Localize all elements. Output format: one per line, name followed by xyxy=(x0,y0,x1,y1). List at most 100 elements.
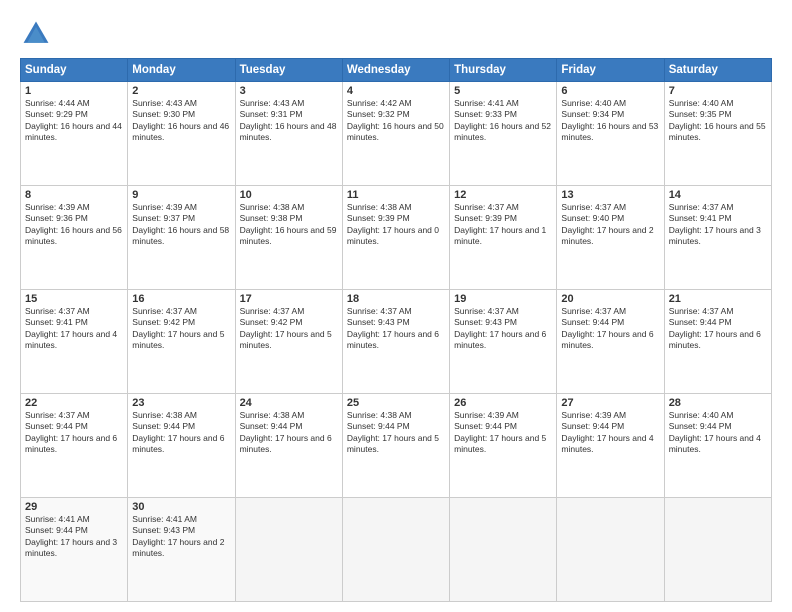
calendar-cell: 24Sunrise: 4:38 AMSunset: 9:44 PMDayligh… xyxy=(235,394,342,498)
calendar-week-2: 8Sunrise: 4:39 AMSunset: 9:36 PMDaylight… xyxy=(21,186,772,290)
day-number: 18 xyxy=(347,293,445,305)
day-info: Sunrise: 4:39 AMSunset: 9:44 PMDaylight:… xyxy=(561,410,659,456)
day-number: 28 xyxy=(669,397,767,409)
calendar-cell xyxy=(664,498,771,602)
calendar-cell: 9Sunrise: 4:39 AMSunset: 9:37 PMDaylight… xyxy=(128,186,235,290)
day-number: 3 xyxy=(240,85,338,97)
day-info: Sunrise: 4:39 AMSunset: 9:36 PMDaylight:… xyxy=(25,202,123,248)
day-info: Sunrise: 4:37 AMSunset: 9:41 PMDaylight:… xyxy=(25,306,123,352)
calendar-cell: 17Sunrise: 4:37 AMSunset: 9:42 PMDayligh… xyxy=(235,290,342,394)
day-info: Sunrise: 4:37 AMSunset: 9:43 PMDaylight:… xyxy=(454,306,552,352)
calendar-cell xyxy=(342,498,449,602)
calendar-cell: 23Sunrise: 4:38 AMSunset: 9:44 PMDayligh… xyxy=(128,394,235,498)
calendar-cell: 19Sunrise: 4:37 AMSunset: 9:43 PMDayligh… xyxy=(450,290,557,394)
day-number: 25 xyxy=(347,397,445,409)
day-info: Sunrise: 4:43 AMSunset: 9:30 PMDaylight:… xyxy=(132,98,230,144)
day-number: 14 xyxy=(669,189,767,201)
day-number: 7 xyxy=(669,85,767,97)
calendar-cell: 11Sunrise: 4:38 AMSunset: 9:39 PMDayligh… xyxy=(342,186,449,290)
day-info: Sunrise: 4:37 AMSunset: 9:40 PMDaylight:… xyxy=(561,202,659,248)
day-info: Sunrise: 4:37 AMSunset: 9:41 PMDaylight:… xyxy=(669,202,767,248)
calendar-cell: 6Sunrise: 4:40 AMSunset: 9:34 PMDaylight… xyxy=(557,82,664,186)
calendar-cell: 15Sunrise: 4:37 AMSunset: 9:41 PMDayligh… xyxy=(21,290,128,394)
day-info: Sunrise: 4:40 AMSunset: 9:35 PMDaylight:… xyxy=(669,98,767,144)
day-number: 20 xyxy=(561,293,659,305)
calendar-cell xyxy=(235,498,342,602)
day-number: 10 xyxy=(240,189,338,201)
day-number: 2 xyxy=(132,85,230,97)
day-info: Sunrise: 4:43 AMSunset: 9:31 PMDaylight:… xyxy=(240,98,338,144)
day-info: Sunrise: 4:37 AMSunset: 9:44 PMDaylight:… xyxy=(25,410,123,456)
calendar-cell: 29Sunrise: 4:41 AMSunset: 9:44 PMDayligh… xyxy=(21,498,128,602)
calendar-cell: 26Sunrise: 4:39 AMSunset: 9:44 PMDayligh… xyxy=(450,394,557,498)
calendar-cell: 20Sunrise: 4:37 AMSunset: 9:44 PMDayligh… xyxy=(557,290,664,394)
logo xyxy=(20,18,56,50)
calendar-cell xyxy=(557,498,664,602)
calendar-cell: 7Sunrise: 4:40 AMSunset: 9:35 PMDaylight… xyxy=(664,82,771,186)
calendar-cell: 8Sunrise: 4:39 AMSunset: 9:36 PMDaylight… xyxy=(21,186,128,290)
day-info: Sunrise: 4:39 AMSunset: 9:37 PMDaylight:… xyxy=(132,202,230,248)
col-header-monday: Monday xyxy=(128,59,235,82)
day-info: Sunrise: 4:38 AMSunset: 9:44 PMDaylight:… xyxy=(132,410,230,456)
day-number: 21 xyxy=(669,293,767,305)
calendar-cell: 14Sunrise: 4:37 AMSunset: 9:41 PMDayligh… xyxy=(664,186,771,290)
col-header-tuesday: Tuesday xyxy=(235,59,342,82)
calendar-cell: 25Sunrise: 4:38 AMSunset: 9:44 PMDayligh… xyxy=(342,394,449,498)
day-number: 1 xyxy=(25,85,123,97)
calendar-cell: 2Sunrise: 4:43 AMSunset: 9:30 PMDaylight… xyxy=(128,82,235,186)
day-info: Sunrise: 4:44 AMSunset: 9:29 PMDaylight:… xyxy=(25,98,123,144)
calendar-cell: 22Sunrise: 4:37 AMSunset: 9:44 PMDayligh… xyxy=(21,394,128,498)
col-header-friday: Friday xyxy=(557,59,664,82)
day-info: Sunrise: 4:37 AMSunset: 9:42 PMDaylight:… xyxy=(240,306,338,352)
day-info: Sunrise: 4:41 AMSunset: 9:44 PMDaylight:… xyxy=(25,514,123,560)
day-number: 29 xyxy=(25,501,123,513)
day-number: 12 xyxy=(454,189,552,201)
calendar-cell xyxy=(450,498,557,602)
page: SundayMondayTuesdayWednesdayThursdayFrid… xyxy=(0,0,792,612)
calendar-cell: 30Sunrise: 4:41 AMSunset: 9:43 PMDayligh… xyxy=(128,498,235,602)
day-number: 24 xyxy=(240,397,338,409)
calendar-cell: 18Sunrise: 4:37 AMSunset: 9:43 PMDayligh… xyxy=(342,290,449,394)
day-number: 9 xyxy=(132,189,230,201)
calendar-week-5: 29Sunrise: 4:41 AMSunset: 9:44 PMDayligh… xyxy=(21,498,772,602)
header xyxy=(20,18,772,50)
calendar-body: 1Sunrise: 4:44 AMSunset: 9:29 PMDaylight… xyxy=(21,82,772,602)
calendar-cell: 5Sunrise: 4:41 AMSunset: 9:33 PMDaylight… xyxy=(450,82,557,186)
calendar-cell: 28Sunrise: 4:40 AMSunset: 9:44 PMDayligh… xyxy=(664,394,771,498)
calendar-cell: 12Sunrise: 4:37 AMSunset: 9:39 PMDayligh… xyxy=(450,186,557,290)
day-info: Sunrise: 4:37 AMSunset: 9:39 PMDaylight:… xyxy=(454,202,552,248)
col-header-thursday: Thursday xyxy=(450,59,557,82)
day-info: Sunrise: 4:38 AMSunset: 9:39 PMDaylight:… xyxy=(347,202,445,248)
col-header-saturday: Saturday xyxy=(664,59,771,82)
logo-icon xyxy=(20,18,52,50)
calendar-table: SundayMondayTuesdayWednesdayThursdayFrid… xyxy=(20,58,772,602)
day-number: 16 xyxy=(132,293,230,305)
calendar-cell: 4Sunrise: 4:42 AMSunset: 9:32 PMDaylight… xyxy=(342,82,449,186)
day-info: Sunrise: 4:37 AMSunset: 9:44 PMDaylight:… xyxy=(561,306,659,352)
day-number: 4 xyxy=(347,85,445,97)
day-info: Sunrise: 4:41 AMSunset: 9:33 PMDaylight:… xyxy=(454,98,552,144)
col-header-wednesday: Wednesday xyxy=(342,59,449,82)
day-info: Sunrise: 4:38 AMSunset: 9:38 PMDaylight:… xyxy=(240,202,338,248)
day-number: 22 xyxy=(25,397,123,409)
day-number: 8 xyxy=(25,189,123,201)
day-number: 23 xyxy=(132,397,230,409)
calendar-week-4: 22Sunrise: 4:37 AMSunset: 9:44 PMDayligh… xyxy=(21,394,772,498)
day-number: 27 xyxy=(561,397,659,409)
day-info: Sunrise: 4:37 AMSunset: 9:44 PMDaylight:… xyxy=(669,306,767,352)
day-info: Sunrise: 4:40 AMSunset: 9:44 PMDaylight:… xyxy=(669,410,767,456)
day-info: Sunrise: 4:39 AMSunset: 9:44 PMDaylight:… xyxy=(454,410,552,456)
day-info: Sunrise: 4:37 AMSunset: 9:42 PMDaylight:… xyxy=(132,306,230,352)
calendar-header-row: SundayMondayTuesdayWednesdayThursdayFrid… xyxy=(21,59,772,82)
calendar-cell: 10Sunrise: 4:38 AMSunset: 9:38 PMDayligh… xyxy=(235,186,342,290)
day-info: Sunrise: 4:37 AMSunset: 9:43 PMDaylight:… xyxy=(347,306,445,352)
calendar-cell: 16Sunrise: 4:37 AMSunset: 9:42 PMDayligh… xyxy=(128,290,235,394)
day-number: 13 xyxy=(561,189,659,201)
day-number: 15 xyxy=(25,293,123,305)
calendar-week-1: 1Sunrise: 4:44 AMSunset: 9:29 PMDaylight… xyxy=(21,82,772,186)
calendar-cell: 1Sunrise: 4:44 AMSunset: 9:29 PMDaylight… xyxy=(21,82,128,186)
day-number: 6 xyxy=(561,85,659,97)
day-info: Sunrise: 4:41 AMSunset: 9:43 PMDaylight:… xyxy=(132,514,230,560)
day-number: 11 xyxy=(347,189,445,201)
day-info: Sunrise: 4:42 AMSunset: 9:32 PMDaylight:… xyxy=(347,98,445,144)
